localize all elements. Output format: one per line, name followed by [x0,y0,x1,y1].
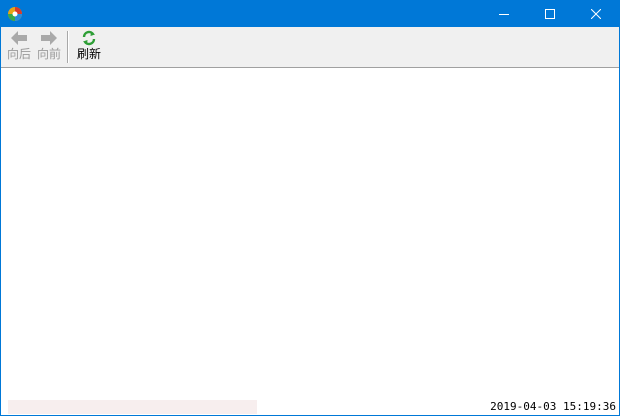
minimize-icon [499,14,509,15]
arrow-right-icon [41,31,57,45]
refresh-icon [82,30,96,46]
refresh-button[interactable]: 刷新 [74,30,104,64]
content-area[interactable] [3,68,617,398]
refresh-label: 刷新 [76,47,101,61]
maximize-button[interactable] [527,1,573,27]
forward-button[interactable]: 向前 [34,30,64,64]
maximize-icon [545,9,555,19]
close-icon [591,9,601,19]
back-button[interactable]: 向后 [4,30,34,64]
status-bar: 2019-04-03 15:19:36 [1,398,619,415]
minimize-button[interactable] [481,1,527,27]
arrow-left-icon [11,31,27,45]
toolbar-separator [67,31,69,63]
status-datetime: 2019-04-03 15:19:36 [490,400,616,413]
status-message [8,400,257,414]
app-logo-icon [7,6,23,22]
forward-label: 向前 [36,47,61,61]
back-label: 向后 [6,47,31,61]
close-button[interactable] [573,1,619,27]
app-window: 向后 向前 刷新 2019-04-03 15:19:36 [0,0,620,416]
toolbar: 向后 向前 刷新 [1,27,619,68]
title-bar[interactable] [1,1,619,27]
